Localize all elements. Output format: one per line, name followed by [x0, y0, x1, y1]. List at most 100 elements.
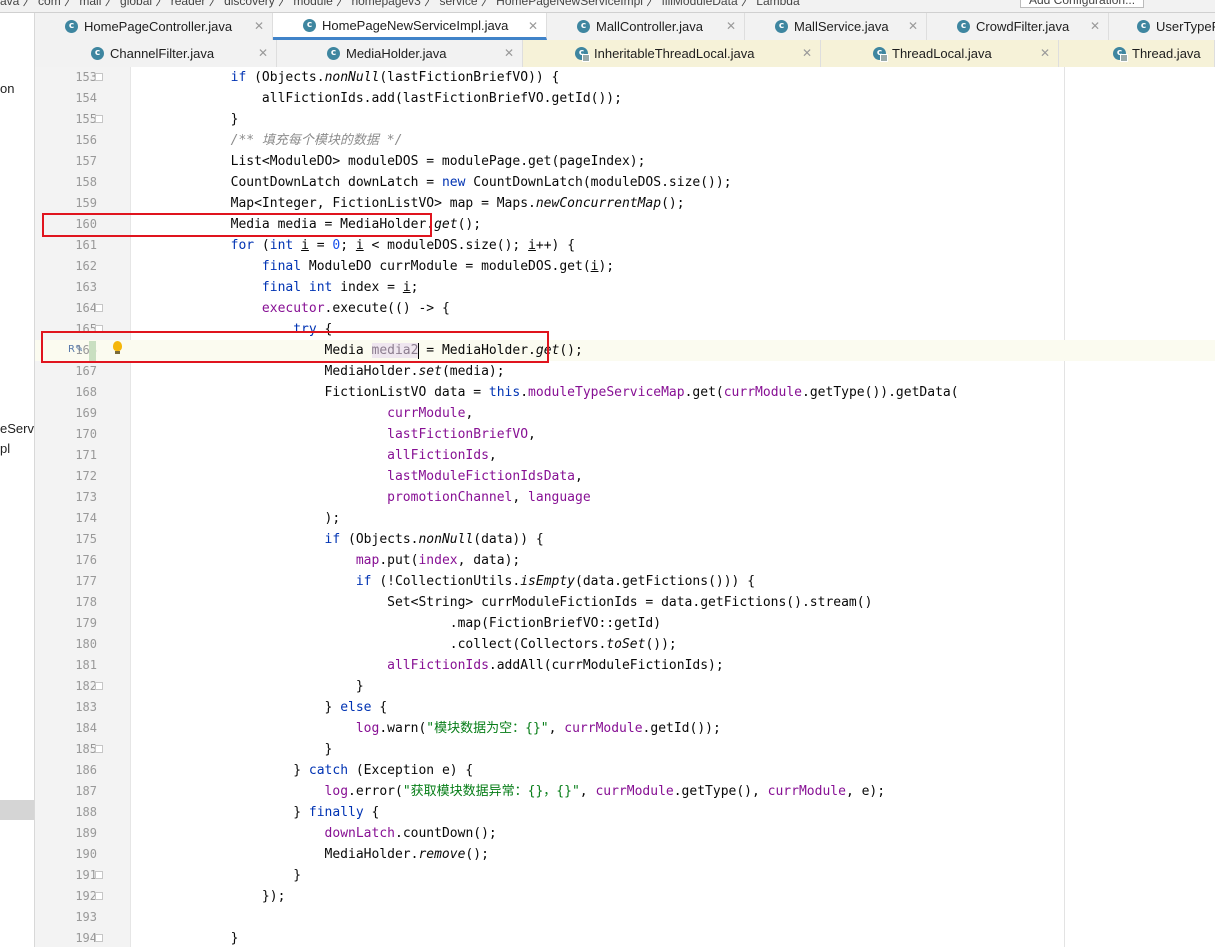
code-line[interactable]: 170 lastFictionBriefVO, — [35, 424, 1215, 445]
fold-marker-icon[interactable] — [95, 892, 103, 900]
close-icon[interactable]: ✕ — [1040, 46, 1050, 60]
code-line[interactable]: 178 Set<String> currModuleFictionIds = d… — [35, 592, 1215, 613]
line-number[interactable]: 156 — [35, 130, 97, 151]
code-line[interactable]: 161 for (int i = 0; i < moduleDOS.size()… — [35, 235, 1215, 256]
breadcrumb[interactable]: ava 〉 com 〉 mall 〉 global 〉 reader 〉 dis… — [0, 0, 800, 9]
code-line[interactable]: 190 MediaHolder.remove(); — [35, 844, 1215, 865]
code-line[interactable]: 173 promotionChannel, language — [35, 487, 1215, 508]
code-text[interactable]: }); — [168, 886, 286, 907]
code-text[interactable]: if (Objects.nonNull(lastFictionBriefVO))… — [168, 67, 560, 88]
line-number[interactable]: 183 — [35, 697, 97, 718]
line-number[interactable]: 167 — [35, 361, 97, 382]
line-number[interactable]: 188 — [35, 802, 97, 823]
code-text[interactable]: log.warn("模块数据为空：{}", currModule.getId()… — [168, 718, 721, 739]
line-number[interactable]: 154 — [35, 88, 97, 109]
line-number[interactable]: 162 — [35, 256, 97, 277]
tab-usertype[interactable]: c UserTypeF — [1109, 13, 1215, 40]
line-number[interactable]: 184 — [35, 718, 97, 739]
code-text[interactable]: } — [168, 109, 239, 130]
fold-marker-icon[interactable] — [95, 745, 103, 753]
code-line[interactable]: 171 allFictionIds, — [35, 445, 1215, 466]
line-number[interactable]: 174 — [35, 508, 97, 529]
line-number[interactable]: 170 — [35, 424, 97, 445]
code-text[interactable]: currModule, — [168, 403, 473, 424]
line-number[interactable]: 191 — [35, 865, 97, 886]
code-line[interactable]: 188 } finally { — [35, 802, 1215, 823]
tab-homepagenewserviceimpl[interactable]: c HomePageNewServiceImpl.java ✕ — [273, 13, 547, 40]
code-line[interactable]: 159 Map<Integer, FictionListVO> map = Ma… — [35, 193, 1215, 214]
code-text[interactable]: Set<String> currModuleFictionIds = data.… — [168, 592, 872, 613]
tab-crowdfilter[interactable]: c CrowdFilter.java ✕ — [927, 13, 1109, 40]
close-icon[interactable]: ✕ — [908, 19, 918, 33]
tab-threadlocal[interactable]: c ThreadLocal.java ✕ — [821, 40, 1059, 67]
tab-mallcontroller[interactable]: c MallController.java ✕ — [547, 13, 745, 40]
line-number[interactable]: 157 — [35, 151, 97, 172]
code-text[interactable]: MediaHolder.set(media); — [168, 361, 505, 382]
code-text[interactable]: /** 填充每个模块的数据 */ — [168, 130, 403, 151]
line-number[interactable]: 168 — [35, 382, 97, 403]
run-configuration-button[interactable]: Add Configuration... — [1020, 0, 1145, 8]
tab-inheritablethreadlocal[interactable]: c InheritableThreadLocal.java ✕ — [523, 40, 821, 67]
code-line[interactable]: 181 allFictionIds.addAll(currModuleFicti… — [35, 655, 1215, 676]
project-tree-item[interactable]: eServi — [0, 421, 34, 436]
code-text[interactable]: } finally { — [168, 802, 379, 823]
code-line[interactable]: 179 .map(FictionBriefVO::getId) — [35, 613, 1215, 634]
code-text[interactable]: map.put(index, data); — [168, 550, 520, 571]
line-number[interactable]: 155 — [35, 109, 97, 130]
code-line[interactable]: 189 downLatch.countDown(); — [35, 823, 1215, 844]
code-text[interactable]: } catch (Exception e) { — [168, 760, 473, 781]
code-line[interactable]: 191 } — [35, 865, 1215, 886]
code-line[interactable]: 155 } — [35, 109, 1215, 130]
code-line[interactable]: 167 MediaHolder.set(media); — [35, 361, 1215, 382]
fold-marker-icon[interactable] — [95, 304, 103, 312]
code-line[interactable]: 162 final ModuleDO currModule = moduleDO… — [35, 256, 1215, 277]
code-text[interactable]: allFictionIds, — [168, 445, 497, 466]
code-line[interactable]: 172 lastModuleFictionIdsData, — [35, 466, 1215, 487]
line-number[interactable]: 193 — [35, 907, 97, 928]
line-number[interactable]: 164 — [35, 298, 97, 319]
code-line[interactable]: 164 executor.execute(() -> { — [35, 298, 1215, 319]
code-line[interactable]: 186 } catch (Exception e) { — [35, 760, 1215, 781]
project-tree-item[interactable]: pl — [0, 441, 10, 456]
line-number[interactable]: 173 — [35, 487, 97, 508]
code-line[interactable]: 158 CountDownLatch downLatch = new Count… — [35, 172, 1215, 193]
line-number[interactable]: 171 — [35, 445, 97, 466]
line-number[interactable]: 179 — [35, 613, 97, 634]
close-icon[interactable]: ✕ — [1090, 19, 1100, 33]
code-line[interactable]: 183 } else { — [35, 697, 1215, 718]
fold-marker-icon[interactable] — [95, 115, 103, 123]
line-number[interactable]: 192 — [35, 886, 97, 907]
code-line[interactable]: 180 .collect(Collectors.toSet()); — [35, 634, 1215, 655]
code-line[interactable]: 193 — [35, 907, 1215, 928]
close-icon[interactable]: ✕ — [504, 46, 514, 60]
fold-marker-icon[interactable] — [95, 934, 103, 942]
code-line[interactable]: 163 final int index = i; — [35, 277, 1215, 298]
code-text[interactable]: for (int i = 0; i < moduleDOS.size(); i+… — [168, 235, 575, 256]
code-text[interactable]: downLatch.countDown(); — [168, 823, 497, 844]
code-line[interactable]: 153 if (Objects.nonNull(lastFictionBrief… — [35, 67, 1215, 88]
line-number[interactable]: 169 — [35, 403, 97, 424]
code-text[interactable]: .collect(Collectors.toSet()); — [168, 634, 677, 655]
code-line[interactable]: 184 log.warn("模块数据为空：{}", currModule.get… — [35, 718, 1215, 739]
code-line[interactable]: 192 }); — [35, 886, 1215, 907]
line-number[interactable]: 161 — [35, 235, 97, 256]
code-text[interactable]: executor.execute(() -> { — [168, 298, 450, 319]
code-text[interactable]: allFictionIds.addAll(currModuleFictionId… — [168, 655, 724, 676]
code-text[interactable]: Map<Integer, FictionListVO> map = Maps.n… — [168, 193, 685, 214]
line-number[interactable]: 159 — [35, 193, 97, 214]
line-number[interactable]: 176 — [35, 550, 97, 571]
line-number[interactable]: 189 — [35, 823, 97, 844]
tab-homepagecontroller[interactable]: c HomePageController.java ✕ — [35, 13, 273, 40]
code-text[interactable]: } — [168, 739, 333, 760]
code-text[interactable]: if (Objects.nonNull(data)) { — [168, 529, 544, 550]
code-line[interactable]: 156 /** 填充每个模块的数据 */ — [35, 130, 1215, 151]
tab-channelfilter[interactable]: c ChannelFilter.java ✕ — [35, 40, 277, 67]
line-number[interactable]: 153 — [35, 67, 97, 88]
code-line[interactable]: 157 List<ModuleDO> moduleDOS = modulePag… — [35, 151, 1215, 172]
code-text[interactable]: log.error("获取模块数据异常：{}，{}", currModule.g… — [168, 781, 886, 802]
code-line[interactable]: 154 allFictionIds.add(lastFictionBriefVO… — [35, 88, 1215, 109]
code-text[interactable]: } — [168, 928, 239, 949]
code-text[interactable]: if (!CollectionUtils.isEmpty(data.getFic… — [168, 571, 755, 592]
tab-mediaholder[interactable]: c MediaHolder.java ✕ — [277, 40, 523, 67]
code-text[interactable]: MediaHolder.remove(); — [168, 844, 489, 865]
